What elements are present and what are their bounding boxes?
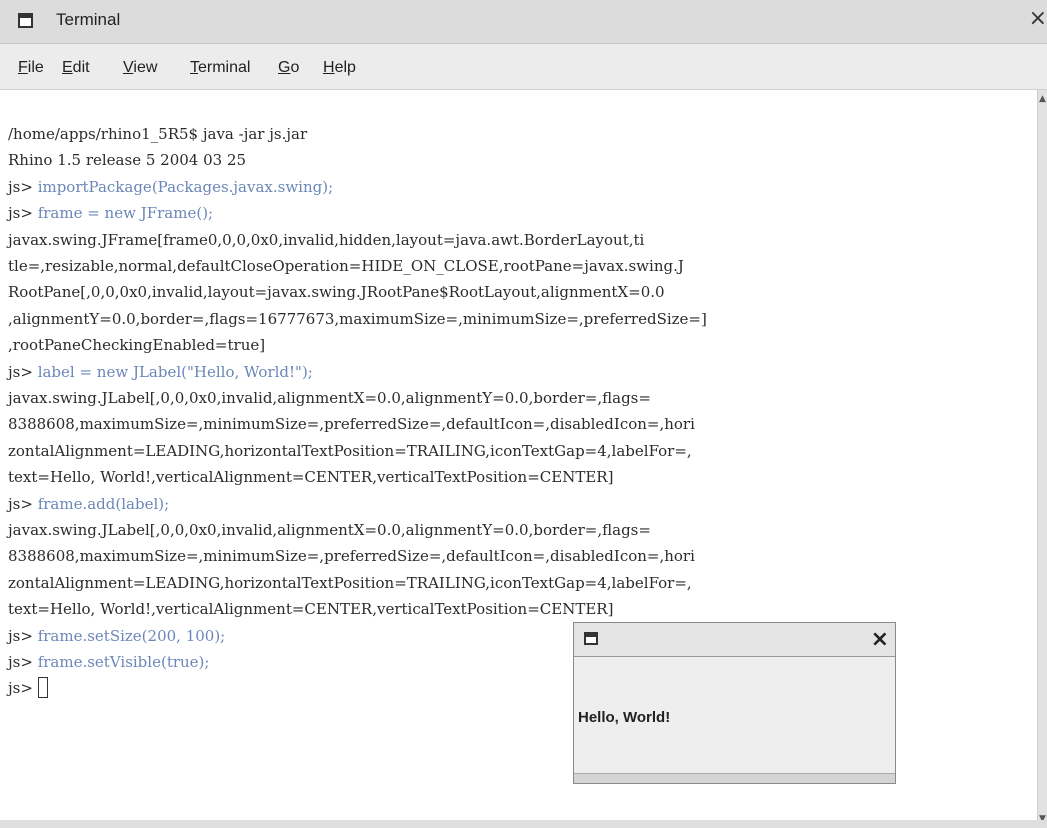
command-text: frame.add(label);	[37, 494, 170, 513]
window-bottom-edge	[0, 820, 1047, 828]
command-text: label = new JLabel("Hello, World!");	[37, 362, 313, 381]
menu-item-mnemonic: G	[278, 59, 291, 76]
close-icon[interactable]: ×	[1029, 6, 1047, 31]
prompt: js>	[8, 679, 38, 698]
terminal-line: javax.swing.JFrame[frame0,0,0,0x0,invali…	[8, 227, 644, 253]
menu-item-label: elp	[334, 59, 356, 76]
menu-item-help[interactable]: Help	[323, 59, 356, 77]
output-text: javax.swing.JLabel[,0,0,0x0,invalid,alig…	[8, 389, 651, 407]
terminal-line: text=Hello, World!,verticalAlignment=CEN…	[8, 464, 613, 490]
popup-title-bar[interactable]: ×	[574, 623, 895, 657]
menu-item-label: dit	[72, 59, 90, 76]
output-text: ,rootPaneCheckingEnabled=true]	[8, 336, 266, 355]
popup-bottom-edge	[574, 773, 895, 783]
prompt: js>	[8, 177, 38, 196]
terminal-line: ,rootPaneCheckingEnabled=true]	[8, 332, 265, 358]
hello-world-frame[interactable]: × Hello, World!	[573, 622, 896, 784]
terminal-line: js> frame.add(label);	[8, 491, 169, 517]
menu-item-label: ile	[27, 59, 44, 76]
menu-item-mnemonic: T	[190, 59, 198, 76]
menu-item-label: o	[290, 59, 300, 76]
menu-item-edit[interactable]: Edit	[62, 59, 90, 77]
output-text: 8388608,maximumSize=,minimumSize=,prefer…	[8, 415, 695, 434]
terminal-line: ,alignmentY=0.0,border=,flags=16777673,m…	[8, 306, 707, 332]
menu-item-label: erminal	[198, 59, 251, 76]
output-text: zontalAlignment=LEADING,horizontalTextPo…	[8, 573, 692, 592]
output-text: Rhino 1.5 release 5 2004 03 25	[8, 151, 247, 170]
menu-item-mnemonic: V	[123, 59, 134, 76]
terminal-line: js> frame.setVisible(true);	[8, 649, 209, 675]
command-text: importPackage(Packages.javax.swing);	[37, 177, 334, 196]
menu-bar: File Edit View Terminal Go Help	[0, 44, 1047, 90]
output-text: javax.swing.JFrame[frame0,0,0,0x0,invali…	[8, 230, 645, 249]
prompt: js>	[8, 494, 38, 513]
output-text: javax.swing.JLabel[,0,0,0x0,invalid,alig…	[8, 521, 651, 539]
output-text: tle=,resizable,normal,defaultCloseOperat…	[8, 257, 684, 275]
window-title: Terminal	[56, 10, 121, 29]
terminal-line: js> frame = new JFrame();	[8, 200, 213, 226]
prompt: js>	[8, 653, 38, 671]
terminal-line: js> label = new JLabel("Hello, World!");	[8, 359, 313, 385]
output-text: /home/apps/rhino1_5R5$ java -jar js.jar	[8, 125, 308, 143]
terminal-line: 8388608,maximumSize=,minimumSize=,prefer…	[8, 543, 695, 569]
output-text: text=Hello, World!,verticalAlignment=CEN…	[8, 468, 614, 487]
popup-window-menu-icon[interactable]	[584, 632, 598, 645]
window-menu-icon[interactable]	[18, 13, 33, 28]
terminal-line: Rhino 1.5 release 5 2004 03 25	[8, 147, 246, 173]
terminal-line: javax.swing.JLabel[,0,0,0x0,invalid,alig…	[8, 385, 651, 411]
terminal-line: 8388608,maximumSize=,minimumSize=,prefer…	[8, 411, 695, 437]
scroll-up-arrow-icon[interactable]: ▲	[1038, 90, 1047, 108]
command-text: frame = new JFrame();	[37, 204, 214, 223]
terminal-line: tle=,resizable,normal,defaultCloseOperat…	[8, 253, 684, 279]
hello-world-label: Hello, World!	[578, 709, 671, 726]
title-bar[interactable]: Terminal ×	[0, 0, 1047, 44]
terminal-input-line[interactable]: js>	[8, 675, 48, 701]
menu-item-label: iew	[133, 59, 158, 76]
menu-item-mnemonic: H	[323, 59, 335, 76]
menu-item-terminal[interactable]: Terminal	[190, 59, 250, 77]
terminal-line: js> importPackage(Packages.javax.swing);	[8, 174, 333, 200]
terminal-line: zontalAlignment=LEADING,horizontalTextPo…	[8, 570, 692, 596]
prompt: js>	[8, 626, 38, 645]
menu-item-view[interactable]: View	[123, 59, 157, 77]
terminal-window: Terminal × File Edit View Terminal Go Help /h…	[0, 0, 1047, 828]
terminal-line: text=Hello, World!,verticalAlignment=CEN…	[8, 596, 613, 622]
command-text: frame.setSize(200, 100);	[37, 626, 226, 645]
popup-close-icon[interactable]: ×	[871, 627, 889, 652]
terminal-line: /home/apps/rhino1_5R5$ java -jar js.jar	[8, 121, 307, 147]
menu-item-mnemonic: F	[18, 59, 28, 76]
terminal-line: zontalAlignment=LEADING,horizontalTextPo…	[8, 438, 692, 464]
prompt: js>	[8, 362, 38, 381]
output-text: 8388608,maximumSize=,minimumSize=,prefer…	[8, 547, 695, 566]
output-text: ,alignmentY=0.0,border=,flags=16777673,m…	[8, 309, 707, 328]
terminal-line: RootPane[,0,0,0x0,invalid,layout=javax.s…	[8, 279, 665, 305]
terminal-line: js> frame.setSize(200, 100);	[8, 623, 225, 649]
vertical-scrollbar[interactable]: ▲ ▼	[1037, 90, 1047, 828]
output-text: RootPane[,0,0,0x0,invalid,layout=javax.s…	[8, 283, 665, 302]
command-text: frame.setVisible(true);	[37, 653, 210, 671]
menu-item-mnemonic: E	[62, 59, 73, 76]
menu-item-go[interactable]: Go	[278, 59, 299, 77]
menu-item-file[interactable]: File	[18, 59, 44, 77]
output-text: text=Hello, World!,verticalAlignment=CEN…	[8, 600, 614, 619]
prompt: js>	[8, 204, 38, 223]
text-cursor	[37, 677, 48, 699]
output-text: zontalAlignment=LEADING,horizontalTextPo…	[8, 441, 692, 460]
terminal-line: javax.swing.JLabel[,0,0,0x0,invalid,alig…	[8, 517, 651, 543]
